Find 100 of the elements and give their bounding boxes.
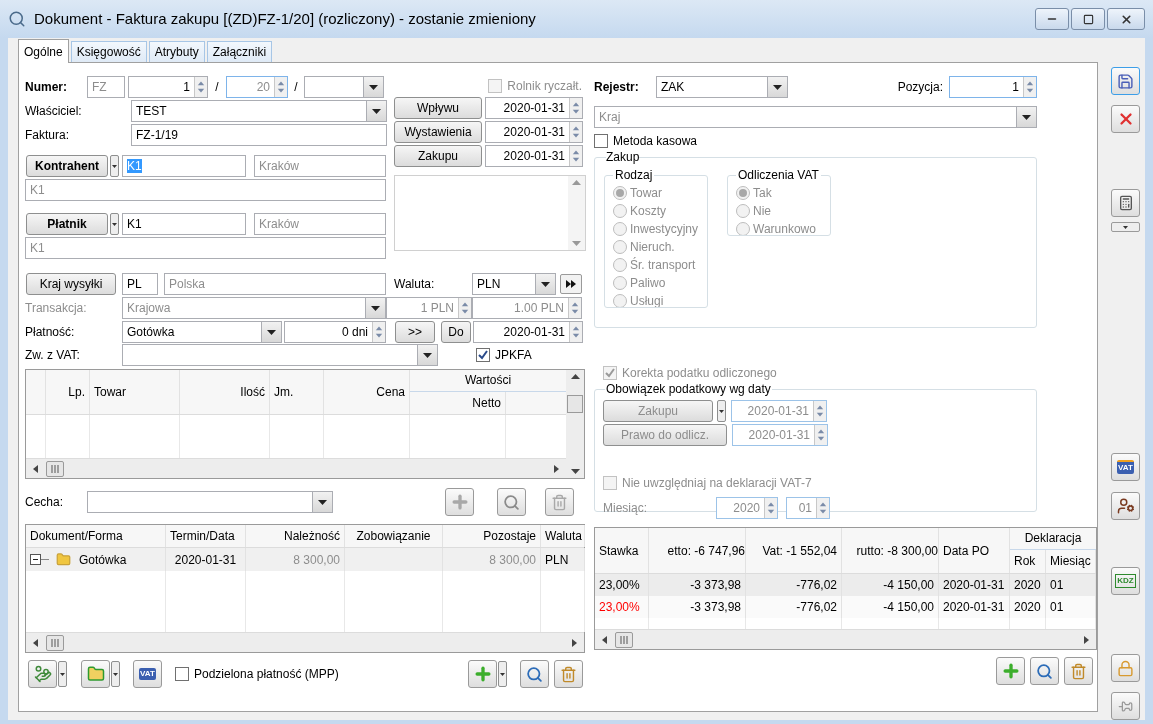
date-field[interactable]: 2020-01-31	[485, 121, 583, 143]
dropdown-button[interactable]	[767, 77, 787, 97]
column-header[interactable]: Zobowiązanie	[345, 525, 443, 547]
spin-arrows-icon[interactable]	[569, 122, 582, 142]
menu-button[interactable]	[111, 661, 120, 687]
menu-button[interactable]	[498, 661, 507, 687]
column-header[interactable]: Jm.	[270, 370, 324, 414]
scroll-down-icon[interactable]	[570, 469, 580, 474]
add-button[interactable]	[468, 660, 497, 688]
pin-button[interactable]	[1111, 692, 1140, 720]
column-header[interactable]: Data PO	[939, 528, 1010, 573]
cancel-button[interactable]	[1111, 105, 1140, 133]
menu-button[interactable]	[1111, 222, 1140, 232]
tab[interactable]: Załączniki	[206, 41, 273, 62]
save-button[interactable]	[1111, 67, 1140, 95]
collapse-icon[interactable]	[30, 554, 50, 565]
checkbox[interactable]	[476, 348, 490, 362]
contractor-button[interactable]: Kontrahent	[26, 155, 108, 177]
spin-arrows-icon[interactable]	[569, 98, 582, 118]
table-row[interactable]: 23,00% -3 373,98 -776,02 -4 150,00 2020-01-31 2020 01	[595, 574, 1096, 596]
spin-arrows-icon[interactable]	[458, 298, 471, 318]
dropdown-button[interactable]	[261, 322, 281, 342]
column-header[interactable]: Towar	[90, 370, 180, 414]
vertical-scrollbar[interactable]	[566, 370, 584, 478]
country-button[interactable]: Kraj wysyłki	[26, 273, 116, 295]
more-button[interactable]: >>	[395, 321, 435, 343]
column-header[interactable]: Lp.	[46, 370, 90, 414]
contractor-button[interactable]: Płatnik	[26, 213, 108, 235]
delete-button[interactable]	[545, 488, 574, 516]
payment-button[interactable]	[28, 660, 57, 688]
column-header[interactable]: Pozostaje	[443, 525, 541, 547]
lock-button[interactable]	[1111, 654, 1140, 682]
add-folder-button[interactable]	[81, 660, 110, 688]
due-date-field[interactable]: 2020-01-31	[473, 321, 583, 343]
next-button[interactable]	[560, 274, 582, 294]
column-header[interactable]: Rok	[1010, 549, 1046, 573]
column-header[interactable]: etto: -6 747,96	[649, 528, 746, 573]
dropdown-button[interactable]	[363, 77, 383, 97]
search-button[interactable]	[520, 660, 549, 688]
date-type-button[interactable]: Wpływu	[394, 97, 482, 119]
country-code-field[interactable]: PL	[122, 273, 158, 295]
search-button[interactable]	[1030, 657, 1059, 685]
contractor-button[interactable]	[1111, 492, 1140, 520]
menu-button[interactable]	[58, 661, 67, 687]
column-header[interactable]: Stawka	[595, 528, 649, 573]
position-field[interactable]: 1	[949, 76, 1037, 98]
payment-method-combo[interactable]: Gotówka	[122, 321, 282, 343]
vat-button[interactable]: VAT	[1111, 453, 1140, 481]
days-field[interactable]: 0 dni	[284, 321, 386, 343]
spin-arrows-icon[interactable]	[569, 146, 582, 166]
minimize-button[interactable]	[1035, 8, 1069, 30]
horizontal-scrollbar[interactable]	[26, 632, 584, 652]
due-date-button[interactable]: Do	[441, 321, 471, 343]
horizontal-scrollbar[interactable]	[26, 458, 566, 478]
column-header[interactable]: Waluta	[541, 525, 585, 547]
column-header[interactable]: Miesiąc	[1046, 549, 1096, 573]
column-header[interactable]: Termin/Data	[166, 525, 246, 547]
tab[interactable]: Atrybuty	[148, 41, 205, 62]
checkbox[interactable]	[594, 134, 608, 148]
close-button[interactable]	[1107, 8, 1145, 30]
dropdown-button[interactable]	[365, 298, 385, 318]
scroll-thumb[interactable]	[615, 631, 633, 648]
tab[interactable]: Ogólne	[18, 39, 69, 63]
spin-arrows-icon[interactable]	[194, 77, 207, 97]
date-field[interactable]: 2020-01-31	[485, 145, 583, 167]
checkbox[interactable]	[175, 667, 189, 681]
menu-button[interactable]	[110, 213, 119, 235]
search-button[interactable]	[497, 488, 526, 516]
column-header[interactable]: Vat: -1 552,04	[746, 528, 842, 573]
calculate-button[interactable]	[1111, 189, 1140, 217]
table-row[interactable]: 23,00% -3 373,98 -776,02 -4 150,00 2020-01-31 2020 01	[595, 596, 1096, 618]
add-button[interactable]	[445, 488, 474, 516]
invoice-field[interactable]: FZ-1/19	[131, 124, 387, 146]
date-field[interactable]: 2020-01-31	[485, 97, 583, 119]
dropdown-button[interactable]	[535, 274, 555, 294]
add-button[interactable]	[996, 657, 1025, 685]
currency-combo[interactable]: PLN	[472, 273, 556, 295]
date-type-button[interactable]: Wystawienia	[394, 121, 482, 143]
menu-button[interactable]	[110, 155, 119, 177]
scroll-thumb[interactable]	[46, 460, 64, 477]
column-header[interactable]: Ilość	[180, 370, 270, 414]
column-header[interactable]: rutto: -8 300,00	[842, 528, 939, 573]
dropdown-button[interactable]	[417, 345, 437, 365]
dropdown-button[interactable]	[366, 101, 386, 121]
horizontal-scrollbar[interactable]	[595, 629, 1096, 649]
number-field[interactable]: 1	[128, 76, 208, 98]
register-combo[interactable]: ZAK	[656, 76, 788, 98]
column-header[interactable]: Należność	[246, 525, 345, 547]
code-field[interactable]: K1	[122, 213, 246, 235]
table-row[interactable]: Gotówka 2020-01-31 8 300,00 8 300,00 PLN	[26, 548, 584, 571]
column-header[interactable]: Dokument/Forma	[26, 525, 166, 547]
kdz-button[interactable]: KDZ	[1111, 567, 1140, 595]
dropdown-button[interactable]	[312, 492, 332, 512]
column-header[interactable]: Cena	[324, 370, 410, 414]
spin-arrows-icon[interactable]	[569, 322, 582, 342]
delete-button[interactable]	[554, 660, 583, 688]
date-type-button[interactable]: Zakupu	[394, 145, 482, 167]
tab[interactable]: Księgowość	[70, 41, 147, 62]
scroll-up-icon[interactable]	[570, 374, 580, 379]
spin-arrows-icon[interactable]	[1023, 77, 1036, 97]
